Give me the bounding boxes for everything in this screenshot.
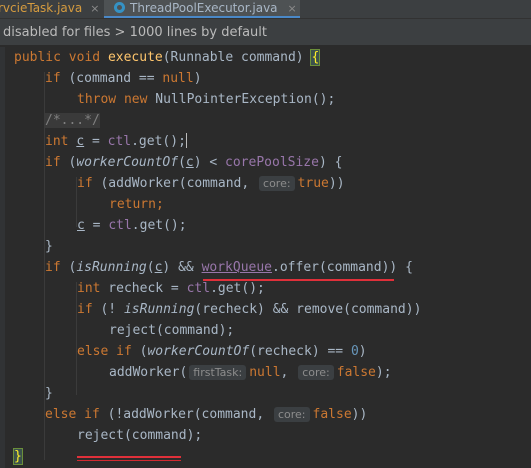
code-line: if (! isRunning(recheck) && remove(comma… — [77, 302, 422, 317]
parameter-hint: core: — [298, 365, 334, 380]
parameter-hint: core: — [273, 407, 310, 422]
code-line: int c = ctl.get(); — [45, 133, 187, 149]
code-line: if (command == null) — [45, 71, 202, 86]
code-line: } — [45, 239, 53, 254]
annotation-underline — [77, 456, 181, 458]
code-line: c = ctl.get(); — [77, 218, 187, 233]
code-line: addWorker(firstTask: null, core: false); — [109, 365, 392, 380]
code-line: public void execute(Runnable command) { — [14, 49, 321, 66]
tab-label: rvcieTask.java — [0, 1, 83, 15]
code-line: if (addWorker(command, core: true)) — [77, 176, 345, 191]
code-line: else if (!addWorker(command, core: false)… — [45, 407, 368, 422]
code-line: int recheck = ctl.get(); — [77, 281, 265, 296]
code-line: } — [45, 386, 53, 401]
annotation-underline — [77, 460, 181, 461]
parameter-hint: firstTask: — [189, 365, 247, 380]
code-line: reject(command); — [77, 428, 203, 443]
code-line: } — [13, 446, 23, 467]
parameter-hint: core: — [259, 176, 295, 191]
tab-label: ThreadPoolExecutor.java — [130, 1, 278, 15]
notification-banner: disabled for files > 1000 lines by defau… — [0, 19, 531, 46]
code-line: reject(command); — [109, 323, 235, 338]
close-icon[interactable]: × — [90, 2, 99, 15]
code-editor[interactable]: public void execute(Runnable command) { … — [0, 47, 531, 468]
text-caret — [185, 133, 187, 148]
matched-brace: } — [13, 448, 23, 465]
close-icon[interactable]: × — [288, 2, 297, 15]
tab-service-task[interactable]: rvcieTask.java × — [0, 0, 99, 18]
folded-comment: /*...*/ — [45, 113, 100, 128]
code-line: if (workerCountOf(c) < corePoolSize) { — [45, 155, 343, 170]
code-line: return; — [109, 197, 164, 212]
code-line: if (isRunning(c) && workQueue.offer(comm… — [45, 260, 413, 275]
tab-thread-pool-executor[interactable]: ThreadPoolExecutor.java × — [104, 0, 300, 18]
code-line: throw new NullPointerException(); — [77, 92, 336, 107]
code-line: else if (workerCountOf(recheck) == 0) — [77, 344, 367, 359]
editor-tab-bar: rvcieTask.java × ThreadPoolExecutor.java × — [0, 0, 531, 19]
class-icon — [114, 2, 125, 13]
code-line: /*...*/ — [45, 110, 100, 131]
matched-brace: { — [310, 49, 321, 66]
